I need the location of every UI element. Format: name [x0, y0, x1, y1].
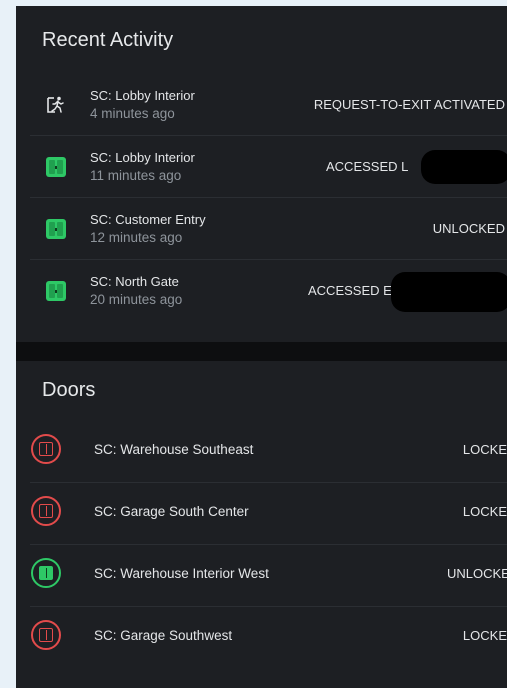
- section-gap: [16, 342, 507, 361]
- activity-status: ACCESSED E: [308, 283, 392, 298]
- redaction-mark: [391, 272, 507, 312]
- door-status: LOCKE: [462, 504, 507, 519]
- door-open-icon: [46, 281, 66, 301]
- activity-time: 20 minutes ago: [90, 292, 183, 307]
- recent-activity-card: Recent Activity SC: Lobby Interior 4 min…: [16, 6, 507, 342]
- door-row[interactable]: SC: Warehouse Southeast LOCKE: [16, 421, 507, 483]
- activity-status: ACCESSED L: [326, 159, 409, 174]
- exit-running-person-icon: [46, 95, 66, 115]
- activity-door-name: SC: North Gate: [90, 274, 179, 289]
- redaction-mark: [421, 150, 507, 184]
- door-name: SC: Garage Southwest: [94, 628, 233, 643]
- doors-title: Doors: [42, 379, 96, 401]
- door-status: UNLOCKE: [447, 566, 507, 581]
- door-locked-icon: [31, 434, 61, 464]
- activity-row[interactable]: SC: Lobby Interior 4 minutes ago REQUEST…: [16, 74, 507, 136]
- activity-time: 4 minutes ago: [90, 106, 175, 121]
- recent-activity-title: Recent Activity: [42, 29, 174, 51]
- door-locked-icon: [31, 496, 61, 526]
- door-status: LOCKE: [462, 442, 507, 457]
- doors-card: Doors SC: Warehouse Southeast LOCKE SC: …: [16, 361, 507, 688]
- activity-time: 11 minutes ago: [90, 168, 182, 183]
- door-row[interactable]: SC: Garage Southwest LOCKE: [16, 607, 507, 669]
- door-locked-icon: [31, 620, 61, 650]
- activity-door-name: SC: Lobby Interior: [90, 150, 195, 165]
- door-status: LOCKE: [462, 628, 507, 643]
- activity-row[interactable]: SC: North Gate 20 minutes ago ACCESSED E: [16, 260, 507, 322]
- activity-door-name: SC: Customer Entry: [90, 212, 206, 227]
- access-control-app: Recent Activity SC: Lobby Interior 4 min…: [16, 6, 507, 688]
- activity-status: UNLOCKED: [432, 221, 505, 236]
- activity-status: REQUEST-TO-EXIT ACTIVATED: [313, 97, 505, 112]
- door-open-icon: [46, 219, 66, 239]
- door-open-icon: [46, 157, 66, 177]
- door-name: SC: Garage South Center: [94, 504, 249, 519]
- activity-door-name: SC: Lobby Interior: [90, 88, 195, 103]
- activity-row[interactable]: SC: Lobby Interior 11 minutes ago ACCESS…: [16, 136, 507, 198]
- door-name: SC: Warehouse Interior West: [94, 566, 269, 581]
- activity-row[interactable]: SC: Customer Entry 12 minutes ago UNLOCK…: [16, 198, 507, 260]
- door-row[interactable]: SC: Warehouse Interior West UNLOCKE: [16, 545, 507, 607]
- door-row[interactable]: SC: Garage South Center LOCKE: [16, 483, 507, 545]
- activity-time: 12 minutes ago: [90, 230, 183, 245]
- door-name: SC: Warehouse Southeast: [94, 442, 254, 457]
- door-unlocked-icon: [31, 558, 61, 588]
